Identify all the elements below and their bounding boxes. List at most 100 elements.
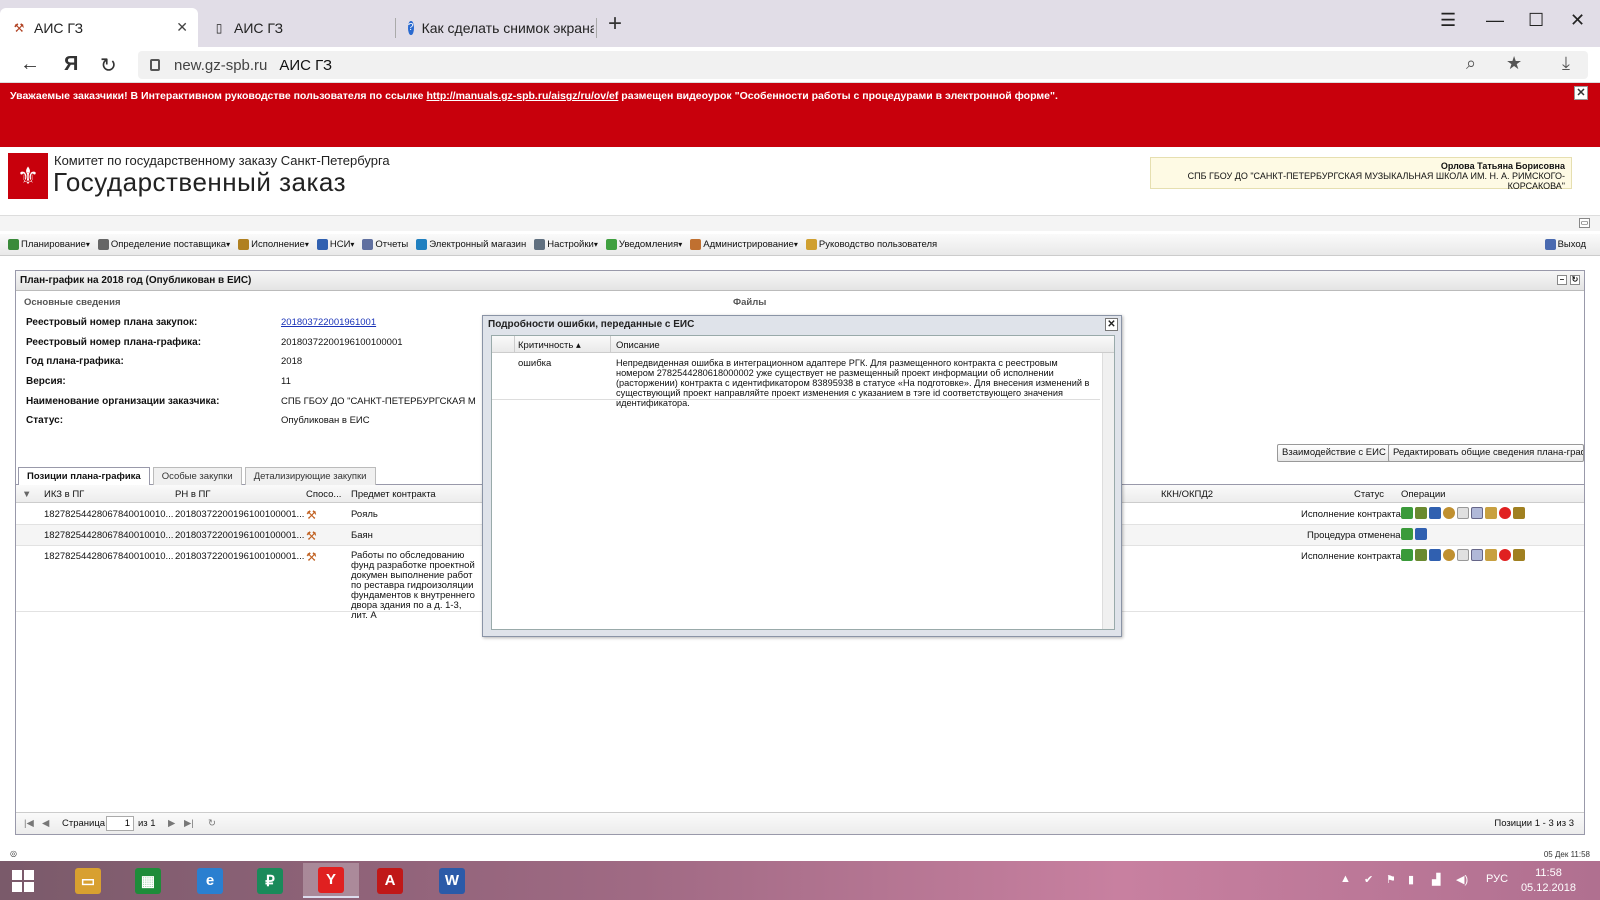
user-org: СПБ ГБОУ ДО "САНКТ-ПЕТЕРБУРГСКАЯ МУЗЫКАЛ… (1187, 171, 1565, 191)
exit-label: Выход (1557, 239, 1586, 250)
col-rn[interactable]: РН в ПГ (175, 489, 211, 500)
menu-item-0[interactable]: Планирование ▾ (8, 239, 90, 250)
cell-ikz: 18278254428067840010010... (44, 551, 174, 562)
col-severity[interactable]: Критичность ▴ (518, 340, 581, 351)
close-window-icon[interactable]: ✕ (1570, 10, 1585, 31)
bookmark-icon[interactable]: ★ (1506, 53, 1522, 74)
minimize-panel-icon[interactable]: – (1557, 275, 1567, 285)
taskbar-app-word[interactable]: W (424, 863, 480, 898)
windows-start-icon[interactable] (12, 870, 34, 892)
emblem-icon[interactable] (1443, 507, 1455, 519)
browser-menu-icon[interactable]: ☰ (1440, 10, 1456, 31)
download-icon[interactable]: ⤓ (1562, 53, 1570, 74)
notice-link[interactable]: http://manuals.gz-spb.ru/aisgz/ru/ov/ef (426, 90, 618, 102)
menu-item-1[interactable]: Определение поставщика ▾ (97, 239, 230, 250)
battery-icon[interactable]: ▮ (1408, 873, 1414, 886)
browser-tab-2[interactable]: ▯ АИС ГЗ (200, 8, 395, 47)
url-field[interactable]: new.gz-spb.ru АИС ГЗ (138, 51, 1588, 79)
browser-tab-3[interactable]: ? Как сделать снимок экрана (396, 8, 594, 47)
menu-item-2[interactable]: Исполнение ▾ (238, 239, 309, 250)
col-subject[interactable]: Предмет контракта (351, 489, 436, 500)
history-icon[interactable] (1485, 549, 1497, 561)
history-icon[interactable] (1485, 507, 1497, 519)
back-icon[interactable]: ← (20, 53, 40, 76)
yandex-icon[interactable]: Я (64, 53, 78, 76)
security-icon[interactable]: ✔ (1364, 873, 1373, 886)
search-icon[interactable]: ⌕ (1466, 53, 1476, 74)
menu-item-6[interactable]: Настройки ▾ (534, 239, 598, 250)
eis-interaction-button[interactable]: Взаимодействие с ЕИС (1277, 444, 1391, 462)
taskbar-app-pdf-reader[interactable]: A (362, 863, 418, 898)
edit-icon[interactable] (1415, 507, 1427, 519)
reload-icon[interactable]: ↻ (100, 53, 117, 78)
error-row[interactable]: ошибка Непредвиденная ошибка в интеграци… (492, 353, 1100, 408)
col-kkn[interactable]: ККН/ОКПД2 (1161, 489, 1213, 500)
tab-special-purchases[interactable]: Особые закупки (152, 467, 242, 485)
minimize-icon[interactable]: — (1486, 10, 1504, 31)
prev-page-icon[interactable]: ◀ (42, 818, 49, 829)
chart-icon[interactable] (1429, 549, 1441, 561)
delete-icon[interactable] (1499, 549, 1511, 561)
archive-icon[interactable] (1513, 507, 1525, 519)
collapse-header-icon[interactable]: ▭ (1579, 218, 1590, 228)
edit-icon[interactable] (1415, 549, 1427, 561)
document-icon[interactable] (1457, 507, 1469, 519)
refresh-panel-icon[interactable]: ↻ (1570, 275, 1580, 285)
exit-button[interactable]: Выход (1544, 239, 1586, 250)
browser-tab-1[interactable]: ⚒ АИС ГЗ ✕ (0, 8, 198, 47)
notice-text-suffix: размещен видеоурок "Особенности работы с… (621, 90, 1058, 102)
menu-item-4[interactable]: Отчеты (362, 239, 408, 250)
plan-registry-number-link[interactable]: 201803722001961001 (281, 317, 476, 328)
report-icon[interactable] (1471, 549, 1483, 561)
taskbar-app-spreadsheet[interactable]: ▦ (120, 863, 176, 898)
col-ikz[interactable]: ИКЗ в ПГ (44, 489, 84, 500)
clock[interactable]: 11:58 05.12.2018 (1521, 866, 1576, 896)
refresh-icon[interactable]: ↻ (208, 818, 216, 829)
menu-item-label: Настройки (547, 239, 594, 250)
gavel-icon: ⚒ (306, 508, 317, 522)
col-status[interactable]: Статус (1354, 489, 1384, 500)
document-icon[interactable] (1457, 549, 1469, 561)
chart-icon[interactable] (1415, 528, 1427, 540)
taskbar-app-yandex-browser[interactable]: Y (303, 863, 359, 898)
delete-icon[interactable] (1499, 507, 1511, 519)
execute-icon[interactable] (1401, 507, 1413, 519)
close-tab-icon[interactable]: ✕ (176, 19, 188, 36)
menu-item-8[interactable]: Администрирование ▾ (690, 239, 798, 250)
row-operations (1401, 549, 1525, 561)
language-indicator[interactable]: РУС (1486, 873, 1508, 885)
menu-item-7[interactable]: Уведомления ▾ (605, 239, 682, 250)
cell-description: Непредвиденная ошибка в интеграционном а… (616, 358, 1090, 408)
menu-item-5[interactable]: Электронный магазин (416, 239, 526, 250)
menu-item-3[interactable]: НСИ ▾ (316, 239, 354, 250)
chart-icon[interactable] (1429, 507, 1441, 519)
edit-general-info-button[interactable]: Редактировать общие сведения плана-графи… (1388, 444, 1584, 462)
taskbar-app-internet-explorer[interactable]: e (182, 863, 238, 898)
flag-icon[interactable]: ⚑ (1386, 873, 1396, 886)
execute-icon[interactable] (1401, 528, 1413, 540)
new-tab-button[interactable]: + (608, 10, 622, 38)
emblem-icon[interactable] (1443, 549, 1455, 561)
network-icon[interactable]: ▟ (1432, 873, 1440, 886)
taskbar-app-finance-app[interactable]: ₽ (242, 863, 298, 898)
maximize-icon[interactable]: ☐ (1528, 10, 1544, 31)
last-page-icon[interactable]: ▶| (184, 818, 194, 829)
report-icon[interactable] (1471, 507, 1483, 519)
close-dialog-icon[interactable]: ✕ (1105, 318, 1118, 331)
col-description[interactable]: Описание (616, 340, 660, 351)
tab-positions[interactable]: Позиции плана-графика (18, 467, 150, 485)
tab-detailing-purchases[interactable]: Детализирующие закупки (244, 467, 376, 485)
tray-expand-icon[interactable]: ▲ (1340, 873, 1351, 885)
next-page-icon[interactable]: ▶ (168, 818, 175, 829)
archive-icon[interactable] (1513, 549, 1525, 561)
col-method[interactable]: Спосо... (306, 489, 341, 500)
dialog-scrollbar[interactable] (1102, 353, 1114, 629)
page-input[interactable] (106, 816, 134, 831)
menu-item-9[interactable]: Руководство пользователя (805, 239, 937, 250)
volume-icon[interactable]: ◀) (1456, 873, 1468, 886)
taskbar-app-file-explorer[interactable]: ▭ (60, 863, 116, 898)
close-notice-icon[interactable]: ✕ (1574, 86, 1588, 100)
first-page-icon[interactable]: |◀ (24, 818, 34, 829)
filter-icon[interactable]: ▼ (22, 489, 31, 500)
execute-icon[interactable] (1401, 549, 1413, 561)
